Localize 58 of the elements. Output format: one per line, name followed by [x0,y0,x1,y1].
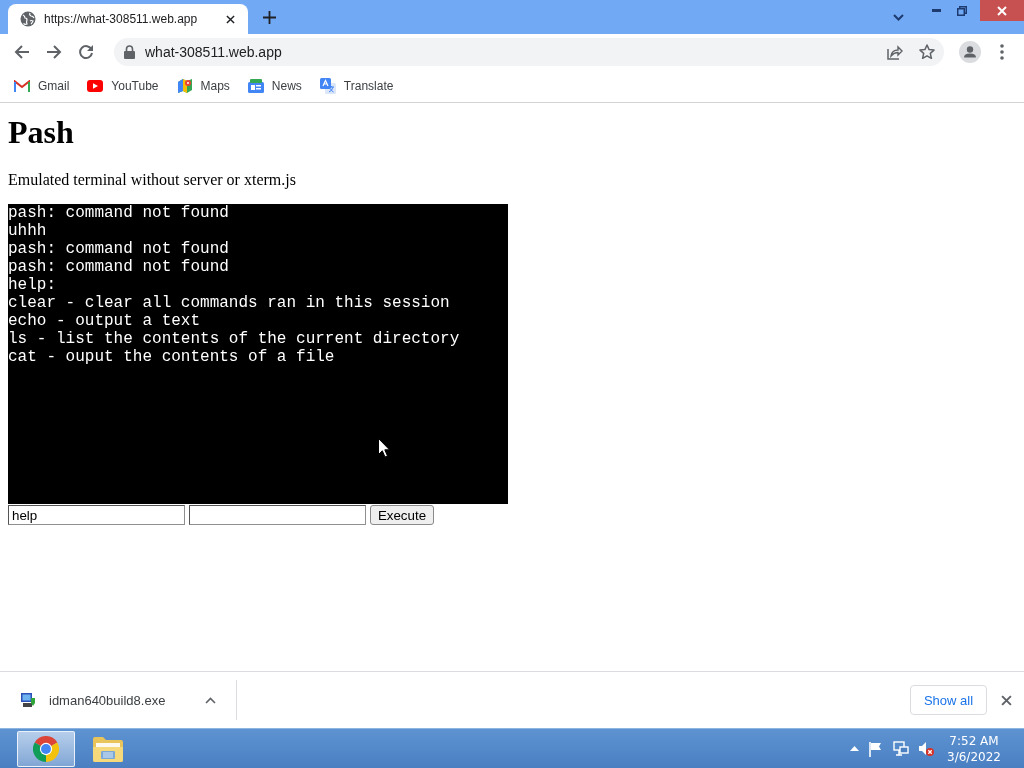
terminal-line: help: [8,276,56,294]
more-menu-icon [1000,44,1004,60]
share-icon [887,44,903,60]
reload-icon [78,44,94,60]
browser-tab[interactable]: https://what-308511.web.app [8,4,248,34]
text-input[interactable] [189,505,366,525]
bookmark-link[interactable]: YouTube [87,79,159,93]
restore-icon [957,5,967,16]
globe-icon [20,11,36,27]
close-icon [1000,694,1012,706]
profile-icon [959,41,981,63]
play-icon [87,80,104,92]
clock-date: 3/6/2022 [947,748,1001,765]
bookmark-link[interactable]: News [247,79,302,93]
text-input[interactable]: help [8,505,185,525]
chevron-up-icon [204,696,216,704]
mouse-pointer-icon [378,438,390,458]
terminal-line: pash: command not found [8,204,229,222]
terminal-line: cat - ouput the contents of a file [8,348,335,366]
terminal-line: uhhh [8,222,47,240]
chevron-down-icon [892,13,904,21]
close-icon [997,5,1007,16]
news-icon [247,79,264,93]
lock-icon [124,45,135,59]
page-description: Emulated terminal without server or xterm.js [8,171,296,189]
map-icon [176,78,193,94]
download-item[interactable]: idman640build8.exe [20,680,236,720]
computer-icon [20,692,36,708]
close-window-button[interactable] [980,0,1024,21]
taskbar-button[interactable] [17,730,75,767]
bookmark-link[interactable]: Maps [176,78,230,94]
terminal-line: pash: command not found [8,240,229,258]
minimize-icon [931,9,941,12]
terminal-line: echo - output a text [8,312,201,330]
back-arrow-icon [14,44,30,60]
terminal-line: clear - clear all commands ran in this session [8,294,450,312]
profile-button[interactable] [956,38,984,66]
mail-icon [14,80,30,92]
up-arrow-icon [850,746,859,751]
muted-speaker-icon [918,740,934,757]
plus-icon [262,10,276,24]
bookmark-link[interactable]: Gmail [14,79,70,93]
terminal-line: pash: command not found [8,258,229,276]
network-icon [893,740,909,757]
star-icon [919,44,935,60]
flag-icon [868,740,884,757]
terminal-line: ls - list the contents of the current directory [8,330,460,348]
bookmark-link[interactable]: Translate [319,78,394,94]
show-all-button[interactable]: Show all [910,685,987,715]
address-bar[interactable]: what-308511.web.app [114,38,944,66]
page-heading: Pash [8,114,74,151]
clock-time: 7:52 AM [949,732,999,749]
execute-button[interactable]: Execute [370,505,434,525]
forward-arrow-icon [46,44,62,60]
folder-icon [92,734,124,763]
browser-logo-icon [33,735,59,762]
translate-icon [319,78,336,94]
close-icon [225,14,235,24]
